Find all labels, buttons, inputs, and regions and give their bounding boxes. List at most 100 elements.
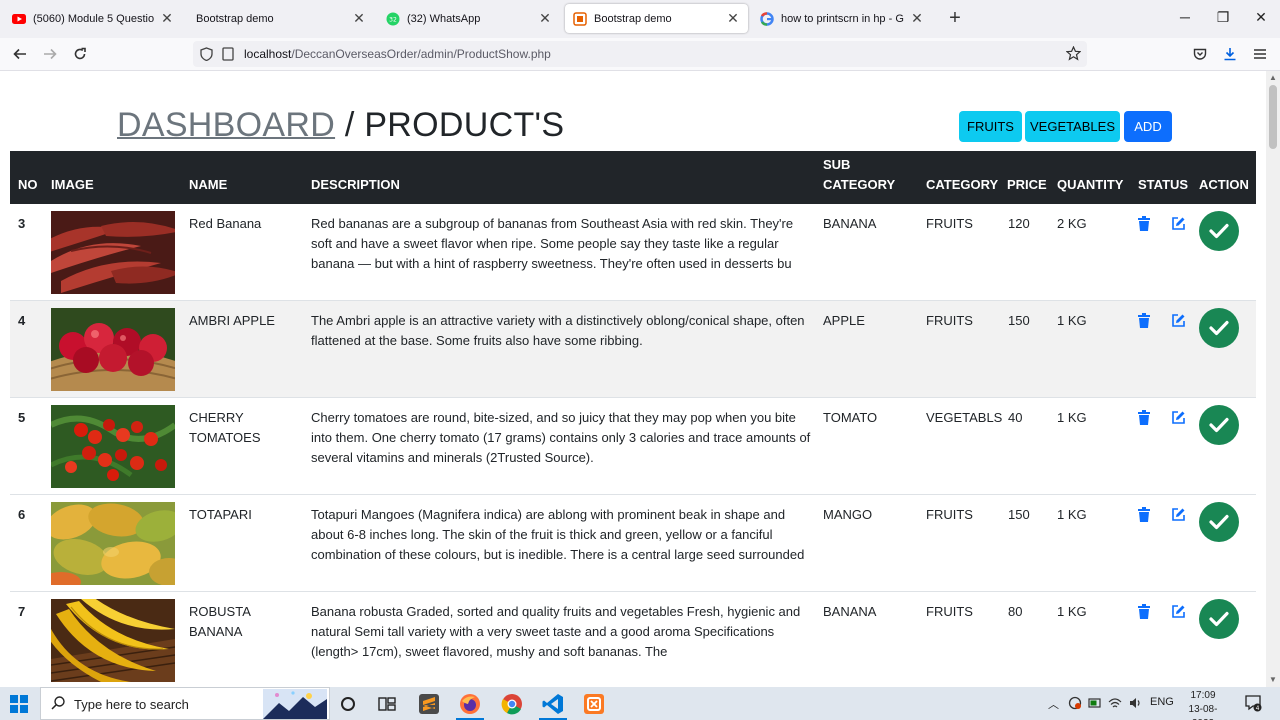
fruits-filter-button[interactable]: FRUITS	[959, 111, 1022, 142]
cortana-icon[interactable]	[337, 693, 359, 715]
product-price: 80	[1008, 604, 1023, 619]
trash-icon[interactable]	[1137, 313, 1151, 329]
notification-center-icon[interactable]: 4	[1244, 694, 1262, 715]
edit-icon[interactable]	[1171, 410, 1185, 426]
page-scrollbar[interactable]: ▲ ▼	[1266, 71, 1280, 687]
status-active-check-icon[interactable]	[1199, 211, 1239, 251]
forward-arrow-icon[interactable]	[38, 43, 62, 65]
page-title: DASHBOARD / PRODUCT'S	[117, 106, 564, 145]
status-active-check-icon[interactable]	[1199, 405, 1239, 445]
add-product-button[interactable]: ADD	[1124, 111, 1172, 142]
product-sub-category: TOMATO	[823, 410, 878, 425]
close-tab-icon[interactable]: ✕	[160, 10, 174, 27]
status-active-check-icon[interactable]	[1199, 502, 1239, 542]
taskbar-clock[interactable]: 17:09 13-08-2022	[1180, 689, 1226, 720]
product-quantity: 1 KG	[1057, 604, 1087, 619]
header-price: PRICE	[1007, 177, 1047, 192]
volume-icon[interactable]	[1128, 696, 1142, 713]
url-text[interactable]: localhost/DeccanOverseasOrder/admin/Prod…	[244, 47, 551, 61]
vegetables-filter-button[interactable]: VEGETABLES	[1025, 111, 1120, 142]
address-bar[interactable]: localhost/DeccanOverseasOrder/admin/Prod…	[193, 41, 1087, 67]
product-image	[51, 599, 175, 682]
product-price: 150	[1008, 313, 1030, 328]
table-row: 4 AMBRI APPLE The Ambri apple is an attr…	[10, 301, 1256, 398]
close-tab-icon[interactable]: ✕	[726, 10, 740, 27]
windows-start-icon[interactable]	[10, 695, 28, 713]
close-window-icon[interactable]: ✕	[1251, 9, 1271, 26]
product-image	[51, 308, 175, 391]
scroll-down-arrow-icon[interactable]: ▼	[1269, 675, 1277, 684]
minimize-window-icon[interactable]: ─	[1175, 9, 1195, 25]
tab-title: (32) WhatsApp	[407, 12, 481, 25]
language-indicator[interactable]: ENG	[1150, 696, 1174, 708]
tab-title: Bootstrap demo	[594, 12, 672, 25]
breadcrumb-current: PRODUCT'S	[364, 106, 565, 144]
browser-tab-bootstrap-demo[interactable]: Bootstrap demo ✕	[188, 4, 374, 33]
tray-app-icon[interactable]	[1068, 696, 1082, 713]
breadcrumb-separator: /	[344, 106, 355, 144]
browser-tab-youtube[interactable]: (5060) Module 5 Question - Pali ✕	[4, 4, 182, 33]
svg-text:32: 32	[389, 16, 397, 23]
product-name: Red Banana	[189, 216, 262, 231]
header-action: ACTION	[1199, 177, 1249, 192]
taskbar-search-placeholder: Type here to search	[74, 697, 189, 712]
pocket-icon[interactable]	[1188, 43, 1212, 65]
sublime-text-icon[interactable]	[418, 693, 440, 715]
shield-icon[interactable]	[200, 47, 213, 66]
header-name: NAME	[189, 177, 228, 192]
tab-title: Bootstrap demo	[196, 12, 274, 25]
edit-icon[interactable]	[1171, 604, 1185, 620]
edit-icon[interactable]	[1171, 507, 1185, 523]
header-category: CATEGORY	[926, 177, 999, 192]
product-description: Banana robusta Graded, sorted and qualit…	[311, 604, 801, 659]
close-tab-icon[interactable]: ✕	[538, 10, 552, 27]
header-quantity: QUANTITY	[1057, 177, 1124, 192]
table-row: 3 Red Banana Red bananas are a subgroup …	[10, 204, 1256, 301]
product-sub-category: MANGO	[823, 507, 873, 522]
restore-window-icon[interactable]: ❐	[1213, 9, 1233, 26]
menu-hamburger-icon[interactable]	[1248, 43, 1272, 65]
clock-time: 17:09	[1190, 690, 1216, 701]
battery-icon[interactable]	[1088, 696, 1102, 713]
xampp-icon[interactable]	[583, 693, 605, 715]
breadcrumb-dashboard-link[interactable]: DASHBOARD	[117, 106, 335, 144]
back-arrow-icon[interactable]	[8, 43, 32, 65]
trash-icon[interactable]	[1137, 507, 1151, 523]
trash-icon[interactable]	[1137, 216, 1151, 232]
product-quantity: 2 KG	[1057, 216, 1087, 231]
product-price: 40	[1008, 410, 1023, 425]
search-highlight-icon	[263, 689, 327, 720]
bookmark-star-icon[interactable]	[1065, 45, 1082, 66]
wifi-icon[interactable]	[1108, 696, 1122, 713]
close-tab-icon[interactable]: ✕	[910, 10, 924, 27]
browser-tab-google[interactable]: how to printscrn in hp - Google ✕	[752, 4, 932, 33]
browser-tab-whatsapp[interactable]: 32 (32) WhatsApp ✕	[378, 4, 560, 33]
close-tab-icon[interactable]: ✕	[352, 10, 366, 27]
status-active-check-icon[interactable]	[1199, 308, 1239, 348]
product-category: FRUITS	[926, 604, 973, 619]
trash-icon[interactable]	[1137, 604, 1151, 620]
reload-icon[interactable]	[68, 43, 92, 65]
browser-tab-active[interactable]: Bootstrap demo ✕	[565, 4, 748, 33]
task-view-icon[interactable]	[376, 693, 398, 715]
taskbar-search-box[interactable]: Type here to search	[40, 687, 330, 720]
product-quantity: 1 KG	[1057, 313, 1087, 328]
page-info-icon[interactable]	[222, 47, 234, 66]
vscode-icon[interactable]	[542, 693, 564, 715]
chrome-icon[interactable]	[501, 693, 523, 715]
trash-icon[interactable]	[1137, 410, 1151, 426]
edit-icon[interactable]	[1171, 216, 1185, 232]
edit-icon[interactable]	[1171, 313, 1185, 329]
whatsapp-icon: 32	[386, 12, 400, 26]
product-image	[51, 405, 175, 488]
product-quantity: 1 KG	[1057, 507, 1087, 522]
tray-chevron-up-icon[interactable]: ︿	[1048, 696, 1059, 712]
new-tab-button[interactable]: +	[945, 7, 965, 30]
downloads-icon[interactable]	[1218, 43, 1242, 65]
table-row: 6 TOTAPARI Totapuri Mangoes (Magnifera i…	[10, 495, 1256, 592]
status-active-check-icon[interactable]	[1199, 599, 1239, 639]
firefox-icon[interactable]	[459, 693, 481, 715]
scroll-up-arrow-icon[interactable]: ▲	[1269, 73, 1277, 82]
product-price: 150	[1008, 507, 1030, 522]
scrollbar-thumb[interactable]	[1269, 85, 1277, 149]
